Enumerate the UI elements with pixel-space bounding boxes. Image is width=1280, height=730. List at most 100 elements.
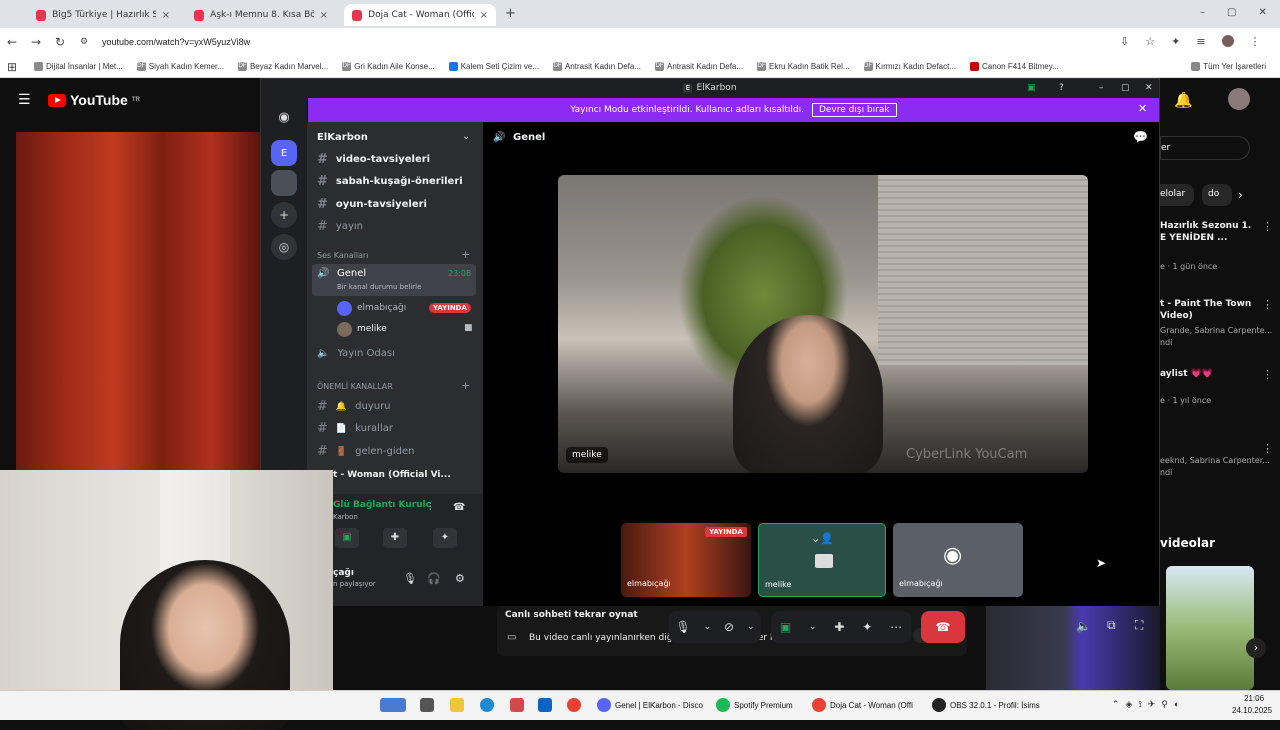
microphone-icon[interactable]: 🎙 [403, 572, 417, 585]
soundboard-icon[interactable]: ✦ [862, 620, 872, 634]
bookmark-item[interactable]: DF Kırmızı Kadın Defact... [863, 62, 956, 71]
microphone-icon[interactable]: 🎙 [675, 620, 690, 634]
profile-avatar[interactable] [1221, 35, 1234, 47]
maximize-icon[interactable]: ▢ [1121, 79, 1130, 98]
reload-icon[interactable]: ↻ [48, 35, 72, 49]
channel-item[interactable]: # 🔔 duyuru [317, 399, 391, 414]
signal-icon[interactable]: ⫶ [429, 502, 432, 513]
channel-item[interactable]: # oyun-tavsiyeleri [317, 197, 427, 212]
minimize-icon[interactable]: – [1099, 79, 1104, 98]
settings-gear-icon[interactable]: ⚙ [455, 572, 465, 585]
bookmark-item[interactable]: DF Antrasit Kadın Defa... [655, 62, 743, 71]
system-tray-icons[interactable]: ⌃◈⟟✈⚲◐ [1112, 699, 1185, 710]
taskbar-widgets-icon[interactable] [380, 698, 406, 712]
chip-filter[interactable]: elolar [1160, 184, 1194, 206]
volume-icon[interactable]: 🔈 [1076, 619, 1091, 633]
list-item[interactable]: Hazırlık Sezonu 1. E YENİDEN ... e · 1 g… [1160, 218, 1280, 278]
bookmark-item[interactable]: DF Beyaz Kadın Marvel... [237, 62, 328, 71]
headphones-icon[interactable]: 🎧 [427, 572, 441, 585]
camera-off-icon[interactable]: ⊘ [724, 620, 734, 634]
taskbar-app-chrome[interactable]: Doja Cat - Woman (Offi [812, 698, 913, 712]
chevron-right-icon[interactable]: › [1238, 188, 1243, 202]
chrome-icon[interactable] [567, 698, 581, 712]
chip-filter[interactable]: do [1202, 184, 1232, 206]
bookmark-item[interactable]: Kalem Seti Çizim ve... [448, 62, 539, 71]
main-video-tile[interactable]: melike CyberLink YouCam [558, 175, 1088, 473]
bookmark-item[interactable]: Dijital İnsanlar | Met... [34, 62, 123, 71]
chevron-down-icon[interactable]: ⌄ [704, 622, 712, 632]
bookmark-item[interactable]: Canon F414 Bitmey... [970, 62, 1059, 71]
list-item[interactable]: aylist 💗💗 e · 1 yıl önce ⋮ [1160, 366, 1280, 416]
minimize-icon[interactable]: – [1200, 7, 1205, 18]
voice-channel-active[interactable]: 🔊 Genel 23:08 Bir kanal durumu belirle [312, 264, 476, 296]
add-channel-icon[interactable]: + [461, 248, 470, 261]
disconnect-icon[interactable]: ☎ [453, 502, 465, 513]
file-explorer-icon[interactable] [450, 698, 464, 712]
youtube-logo[interactable]: YouTube TR [48, 92, 140, 108]
chevron-right-icon[interactable]: › [1246, 638, 1266, 658]
chevron-down-icon[interactable]: ⌄ [747, 622, 755, 632]
close-tab-icon[interactable]: × [162, 10, 170, 21]
taskbar-app-obs[interactable]: OBS 32.0.1 - Profil: İsims [932, 698, 1040, 712]
close-tab-icon[interactable]: × [480, 10, 488, 21]
more-options-icon[interactable]: ⋮ [1262, 220, 1273, 233]
chevron-down-icon[interactable]: ⌄ [809, 622, 817, 632]
fullscreen-icon[interactable]: ⛶ [1135, 618, 1143, 633]
browser-tab[interactable]: Big5 Türkiye | Hazırlık Sezonu 1 × [28, 4, 178, 26]
screen-share-button[interactable]: ▣ [335, 528, 359, 548]
close-window-icon[interactable]: ✕ [1258, 7, 1266, 18]
voice-member[interactable]: elmabıçağı YAYINDA [337, 300, 477, 318]
short-thumbnail[interactable] [986, 606, 1160, 690]
taskbar-app-spotify[interactable]: Spotify Premium [716, 698, 793, 712]
start-icon[interactable] [420, 698, 434, 712]
activities-button[interactable]: ✚ [383, 528, 407, 548]
avatar[interactable] [1228, 88, 1250, 110]
important-section-header[interactable]: ÖNEMLİ KANALLAR [317, 382, 393, 391]
more-options-icon[interactable]: ⋮ [1262, 442, 1273, 455]
browser-tab-active[interactable]: Doja Cat - Woman (Official Vid × [344, 4, 496, 26]
menu-dots-icon[interactable]: ⋮ [1250, 35, 1261, 48]
channel-item[interactable]: # video-tavsiyeleri [317, 152, 430, 167]
list-item[interactable]: t - Paint The Town Video) Grande, Sabrin… [1160, 296, 1280, 366]
server-name[interactable]: ElKarbon [317, 132, 368, 143]
apps-grid-icon[interactable]: ⊞ [0, 60, 24, 74]
voice-channel[interactable]: 🔈 Yayın Odası [317, 348, 395, 359]
help-icon[interactable]: ? [1059, 79, 1064, 98]
list-item[interactable]: eeknd, Sabrina Carpenter... ndi ⋮ [1160, 442, 1280, 492]
voice-section-header[interactable]: Ses Kanalları [317, 251, 369, 260]
discover-icon[interactable]: ◎ [271, 234, 297, 260]
add-server-icon[interactable]: + [271, 202, 297, 228]
chat-bubble-icon[interactable]: 💬 [1133, 130, 1148, 144]
bookmark-item[interactable]: DF Siyah Kadın Kemer... [136, 62, 224, 71]
disconnect-button[interactable]: ☎ [921, 611, 965, 643]
taskbar-app-discord[interactable]: Genel | ElKarbon - Disco [597, 698, 703, 712]
channel-item[interactable]: # 🚪 gelen-giden [317, 444, 414, 459]
app-icon[interactable] [510, 698, 524, 712]
notifications-icon[interactable]: 🔔 [1174, 91, 1193, 109]
close-window-icon[interactable]: ✕ [1145, 79, 1153, 98]
chevron-down-icon[interactable]: ⌄ [462, 131, 470, 142]
server-icon-elkarbon[interactable]: E [271, 140, 297, 166]
screen-share-icon[interactable]: ▣ [1027, 79, 1036, 98]
tab-header[interactable]: er [1160, 136, 1250, 160]
clock-date[interactable]: 24.10.2025 [1232, 706, 1272, 715]
more-options-icon[interactable]: ⋯ [890, 620, 902, 634]
forward-icon[interactable]: → [24, 35, 48, 49]
stream-thumbnail[interactable]: YAYINDA elmabıçağı [621, 523, 751, 597]
hamburger-menu-icon[interactable]: ☰ [18, 92, 31, 108]
url-field[interactable]: youtube.com/watch?v=yxW5yuzVi8w [102, 37, 250, 47]
browser-tab[interactable]: Aşk-ı Memnu 8. Kısa Bölüm - Y × [186, 4, 336, 26]
back-icon[interactable]: ← [0, 35, 24, 49]
server-icon[interactable] [271, 170, 297, 196]
discord-logo-icon[interactable]: ◉ [271, 104, 297, 130]
bookmark-item[interactable]: DF Ekru Kadın Batik Rel... [757, 62, 850, 71]
extensions-icon[interactable]: ✦ [1171, 35, 1180, 48]
clock-time[interactable]: 21:06 [1244, 694, 1264, 703]
disable-button[interactable]: Devre dışı bırak [811, 103, 897, 117]
edge-icon[interactable] [480, 698, 494, 712]
close-tab-icon[interactable]: × [320, 10, 328, 21]
popout-icon[interactable]: ⧉ [1107, 618, 1116, 633]
all-bookmarks[interactable]: Tüm Yer İşaretleri [1191, 62, 1266, 71]
bookmark-star-icon[interactable]: ☆ [1145, 35, 1155, 48]
soundboard-button[interactable]: ✦ [433, 528, 457, 548]
